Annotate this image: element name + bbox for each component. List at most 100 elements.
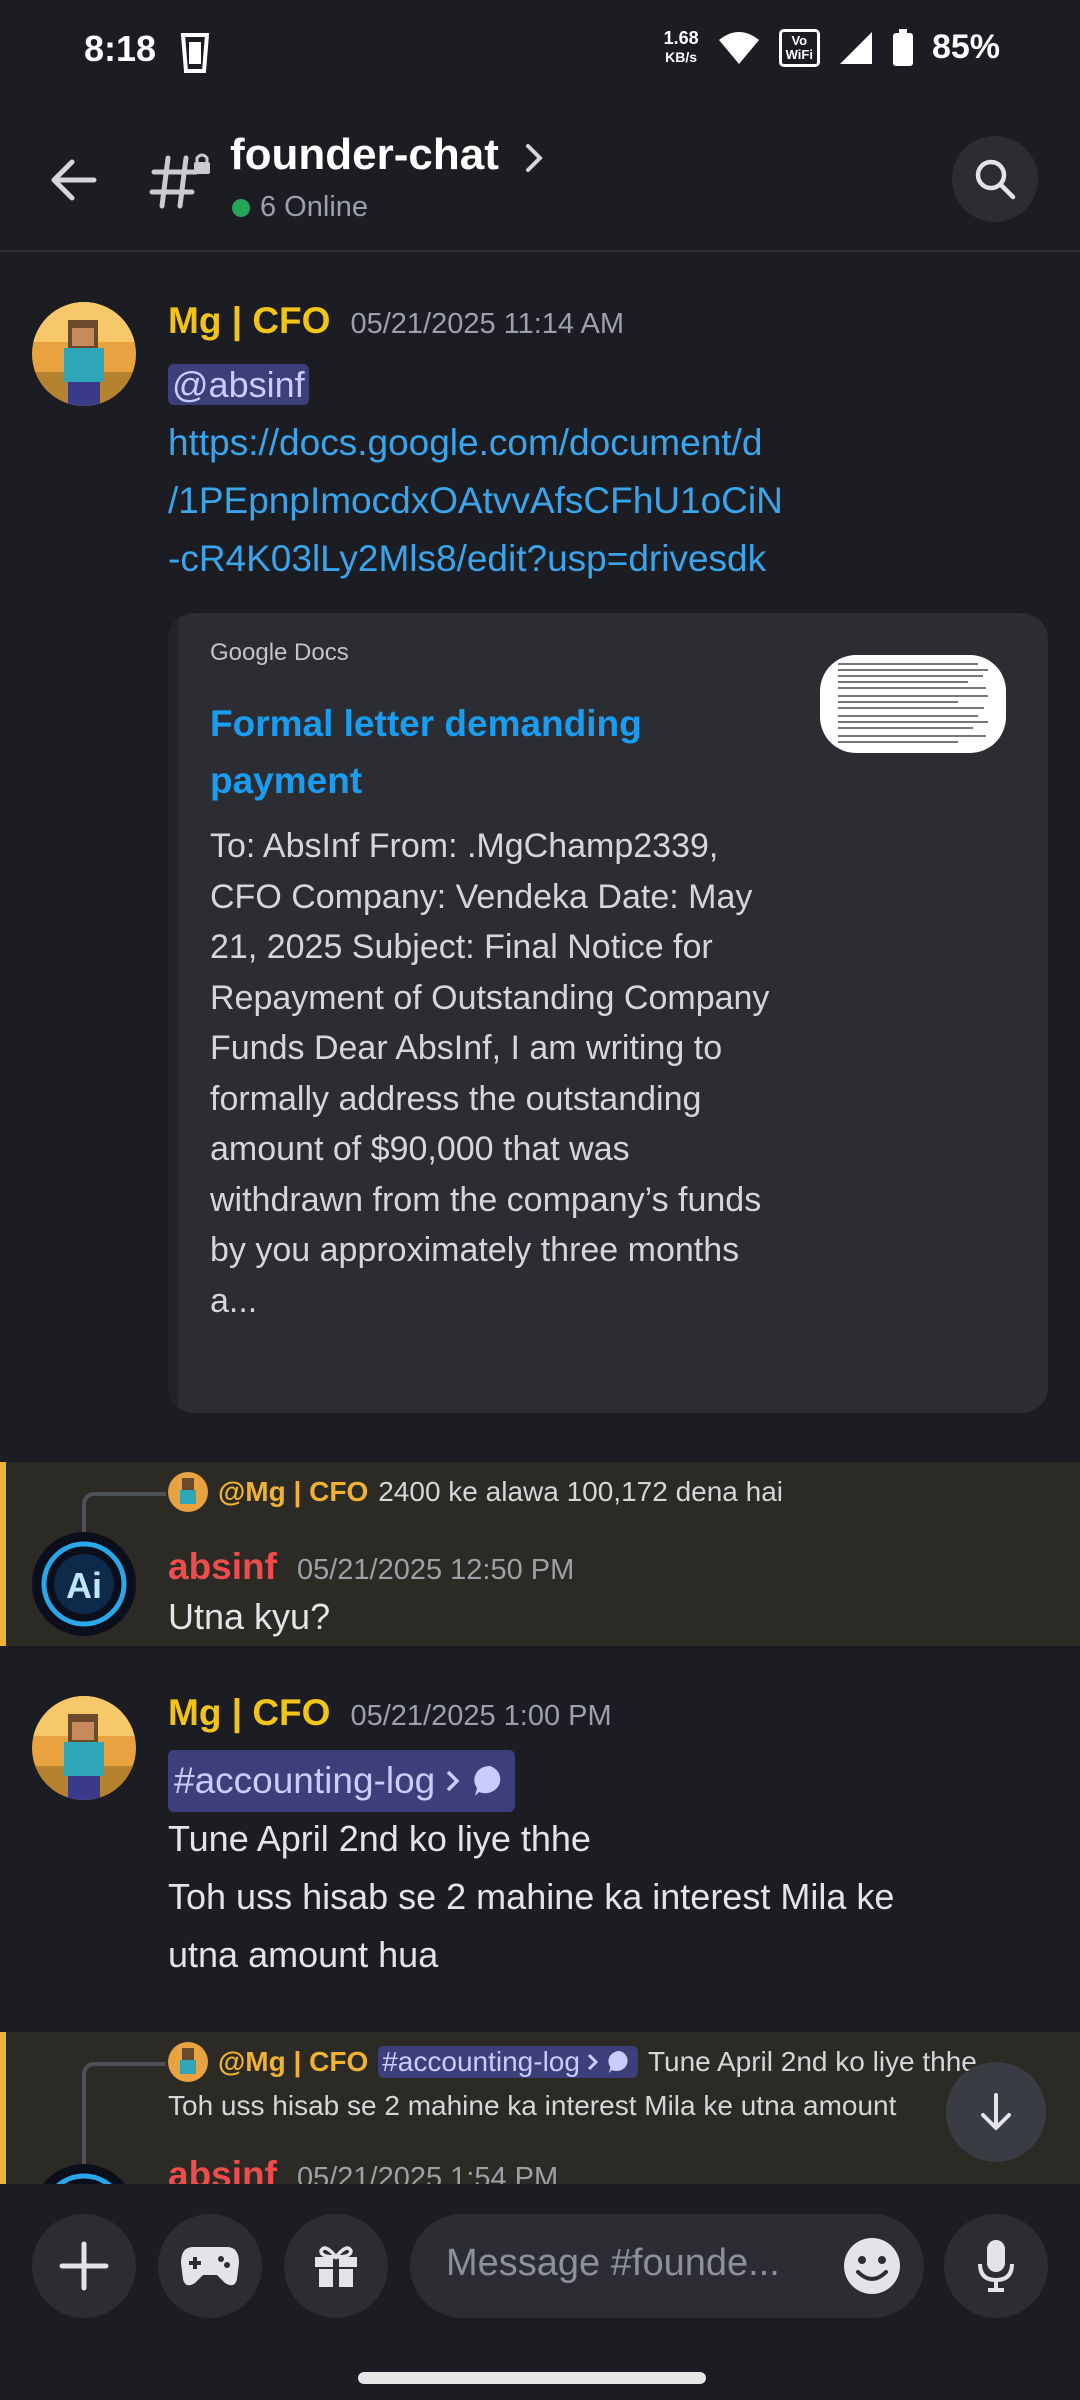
embed-provider: Google Docs [210,639,349,666]
scroll-to-bottom-button[interactable] [946,2062,1046,2162]
home-indicator[interactable] [358,2372,706,2384]
author-name[interactable]: absinf [168,1546,277,1588]
doc-link-line-2[interactable]: /1PEpnpImocdxOAtvvAfsCFhU1oCiN [168,472,783,530]
gamepad-icon [181,2247,239,2286]
message-text: Utna kyu? [168,1596,331,1637]
plus-icon [59,2241,109,2291]
embed-thumbnail[interactable] [820,655,1006,753]
reply-text-line-2: Toh uss hisab se 2 mahine ka interest Mi… [168,2090,897,2121]
reply-reference[interactable]: @Mg | CFO #accounting-log Tune April 2nd… [168,2042,977,2082]
online-count: 6 Online [232,191,368,224]
message-line: Tune April 2nd ko liye thhe [168,1818,591,1859]
reply-text: Tune April 2nd ko liye thhe [647,2046,977,2077]
author-name[interactable]: Mg | CFO [168,1692,330,1734]
vowifi-top: Vo [791,32,808,48]
battery-percent: 85% [931,28,1000,66]
channel-mention-row: #accounting-log [168,1750,516,1812]
vowifi-bottom: WiFi [785,46,813,62]
channel-name[interactable]: founder-chat [230,130,499,180]
net-speed-value: 1.68 [663,27,699,48]
svg-text:Ai: Ai [66,1565,102,1606]
reply-connector [82,2062,166,2166]
locked-hash-icon [149,153,210,209]
gift-icon [315,2246,357,2287]
emoji-icon[interactable] [840,2234,904,2298]
trash-notification-icon [180,33,210,73]
message-header: Mg | CFO 05/21/2025 1:00 PM [168,1692,612,1734]
timestamp: 05/21/2025 1:00 PM [350,1700,612,1732]
reply-author[interactable]: @Mg | CFO [218,2046,368,2078]
highlighted-reply-message[interactable]: @Mg | CFO 2400 ke alawa 100,172 dena hai… [0,1462,1080,1646]
channel-mention[interactable]: #accounting-log [168,1750,516,1812]
battery-icon [892,28,913,66]
avatar[interactable] [32,302,136,406]
message-line: utna amount hua [168,1934,439,1975]
add-attachment-button[interactable] [32,2214,136,2318]
avatar-image [32,302,136,406]
search-icon [975,159,1016,200]
reply-avatar [168,2042,208,2082]
reply-text: 2400 ke alawa 100,172 dena hai [378,1476,784,1507]
author-name[interactable]: Mg | CFO [168,300,330,342]
message-line: Toh uss hisab se 2 mahine ka interest Mi… [168,1876,895,1917]
doc-link-line-3[interactable]: -cR4K03lLy2Mls8/edit?usp=drivesdk [168,530,766,588]
message-header: absinf 05/21/2025 1:54 PM [168,2154,558,2184]
channel-type [148,150,210,210]
message-placeholder: Message #founde... [446,2242,780,2284]
avatar[interactable] [32,2164,136,2184]
chevron-right-icon[interactable] [522,140,548,176]
status-right: 1.68 KB/s Vo WiFi 85% [664,28,1000,67]
channel-mention[interactable]: #accounting-log [378,2046,638,2078]
cell-signal-icon [839,31,872,64]
channel-mention-text: #accounting-log [382,2046,580,2077]
vowifi-badge: Vo WiFi [778,28,820,67]
avatar[interactable]: Ai [32,1532,136,1636]
link-embed[interactable]: Google Docs Formal letter demanding paym… [168,613,1048,1413]
reply-author[interactable]: @Mg | CFO [218,1476,368,1508]
net-speed-unit: KB/s [665,48,698,65]
search-button[interactable] [952,136,1038,222]
mini-avatar-image [168,2042,208,2082]
channel-header: founder-chat 6 Online [0,105,1080,252]
avatar[interactable] [32,1696,136,1800]
reply-reference[interactable]: @Mg | CFO 2400 ke alawa 100,172 dena hai [168,1472,783,1512]
user-mention[interactable]: @absinf [168,364,309,405]
back-arrow-icon [51,159,97,201]
avatar-image [32,1696,136,1800]
back-button[interactable] [44,150,104,210]
activities-button[interactable] [158,2214,262,2318]
chevron-right-icon [587,2053,599,2071]
online-text: 6 Online [260,191,369,223]
doc-link-line-1[interactable]: https://docs.google.com/document/d [168,414,762,472]
timestamp: 05/21/2025 1:54 PM [296,2162,559,2184]
status-time: 8:18 [84,28,157,69]
online-dot [232,198,250,217]
message-input[interactable]: Message #founde... [410,2214,924,2318]
embed-title[interactable]: Formal letter demanding payment [210,695,730,809]
highlighted-reply-message[interactable]: @Mg | CFO #accounting-log Tune April 2nd… [0,2032,1080,2184]
timestamp: 05/21/2025 11:14 AM [350,308,625,340]
embed-description: To: AbsInf From: .MgChamp2339, CFO Compa… [210,827,770,1320]
arrow-down-icon [981,2093,1011,2130]
message-list[interactable]: Mg | CFO 05/21/2025 11:14 AM @absinf htt… [0,252,1080,2184]
thread-bubble-icon [608,2050,628,2074]
ai-avatar-image: Ai [32,1532,136,1636]
voice-message-button[interactable] [944,2214,1048,2318]
network-speed: 1.68 KB/s [663,27,699,67]
status-bar: 8:18 1.68 KB/s Vo WiFi 85% [0,0,1080,105]
mini-avatar-image [168,1472,208,1512]
timestamp: 05/21/2025 12:50 PM [296,1554,575,1586]
chevron-right-icon [447,1770,460,1792]
channel-mention-text: #accounting-log [174,1760,436,1801]
wifi-icon [718,31,759,64]
message-header: Mg | CFO 05/21/2025 11:14 AM [168,300,624,342]
message-content: @absinf [168,356,309,414]
message-header: absinf 05/21/2025 12:50 PM [168,1546,574,1588]
gift-button[interactable] [284,2214,388,2318]
microphone-icon [978,2240,1014,2292]
thread-bubble-icon [474,1765,501,1796]
embed-accent-bar [168,613,178,1413]
reply-avatar [168,1472,208,1512]
author-name[interactable]: absinf [168,2154,277,2184]
composer-bar: Message #founde... [0,2186,1080,2400]
